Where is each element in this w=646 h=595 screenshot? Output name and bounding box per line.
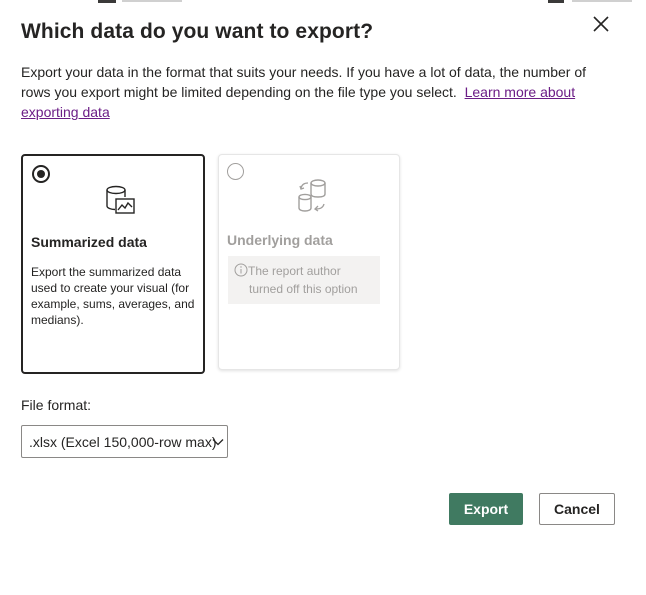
dialog-title: Which data do you want to export? [21, 20, 374, 43]
file-format-dropdown[interactable]: .xlsx (Excel 150,000-row max) [21, 425, 228, 458]
file-format-label: File format: [21, 397, 92, 413]
export-dialog: Which data do you want to export? Export… [0, 0, 646, 595]
export-button[interactable]: Export [449, 493, 523, 525]
notice-text-line1: The report author [248, 264, 341, 278]
file-format-value: .xlsx (Excel 150,000-row max) [29, 434, 217, 450]
summarized-data-card[interactable]: Summarized data Export the summarized da… [21, 154, 205, 374]
info-icon [234, 263, 248, 277]
notice-text-line2: turned off this option [249, 282, 358, 296]
summarized-radio[interactable] [32, 165, 50, 183]
underlying-data-card: Underlying data The report author turned… [218, 154, 400, 370]
disabled-notice: The report author turned off this option [228, 256, 380, 304]
database-chart-icon [106, 185, 135, 214]
close-button[interactable] [588, 12, 614, 38]
background-bleed [548, 0, 564, 3]
background-bleed [572, 0, 632, 2]
background-bleed [98, 0, 116, 3]
background-bleed [122, 0, 182, 2]
chevron-down-icon [212, 439, 224, 446]
underlying-radio [227, 163, 244, 180]
dialog-description: Export your data in the format that suit… [21, 62, 611, 122]
summarized-description: Export the summarized data used to creat… [31, 265, 195, 327]
summarized-title: Summarized data [31, 234, 147, 250]
database-sync-icon [298, 179, 326, 212]
cancel-button[interactable]: Cancel [539, 493, 615, 525]
underlying-title: Underlying data [227, 232, 333, 248]
close-icon [593, 16, 609, 32]
